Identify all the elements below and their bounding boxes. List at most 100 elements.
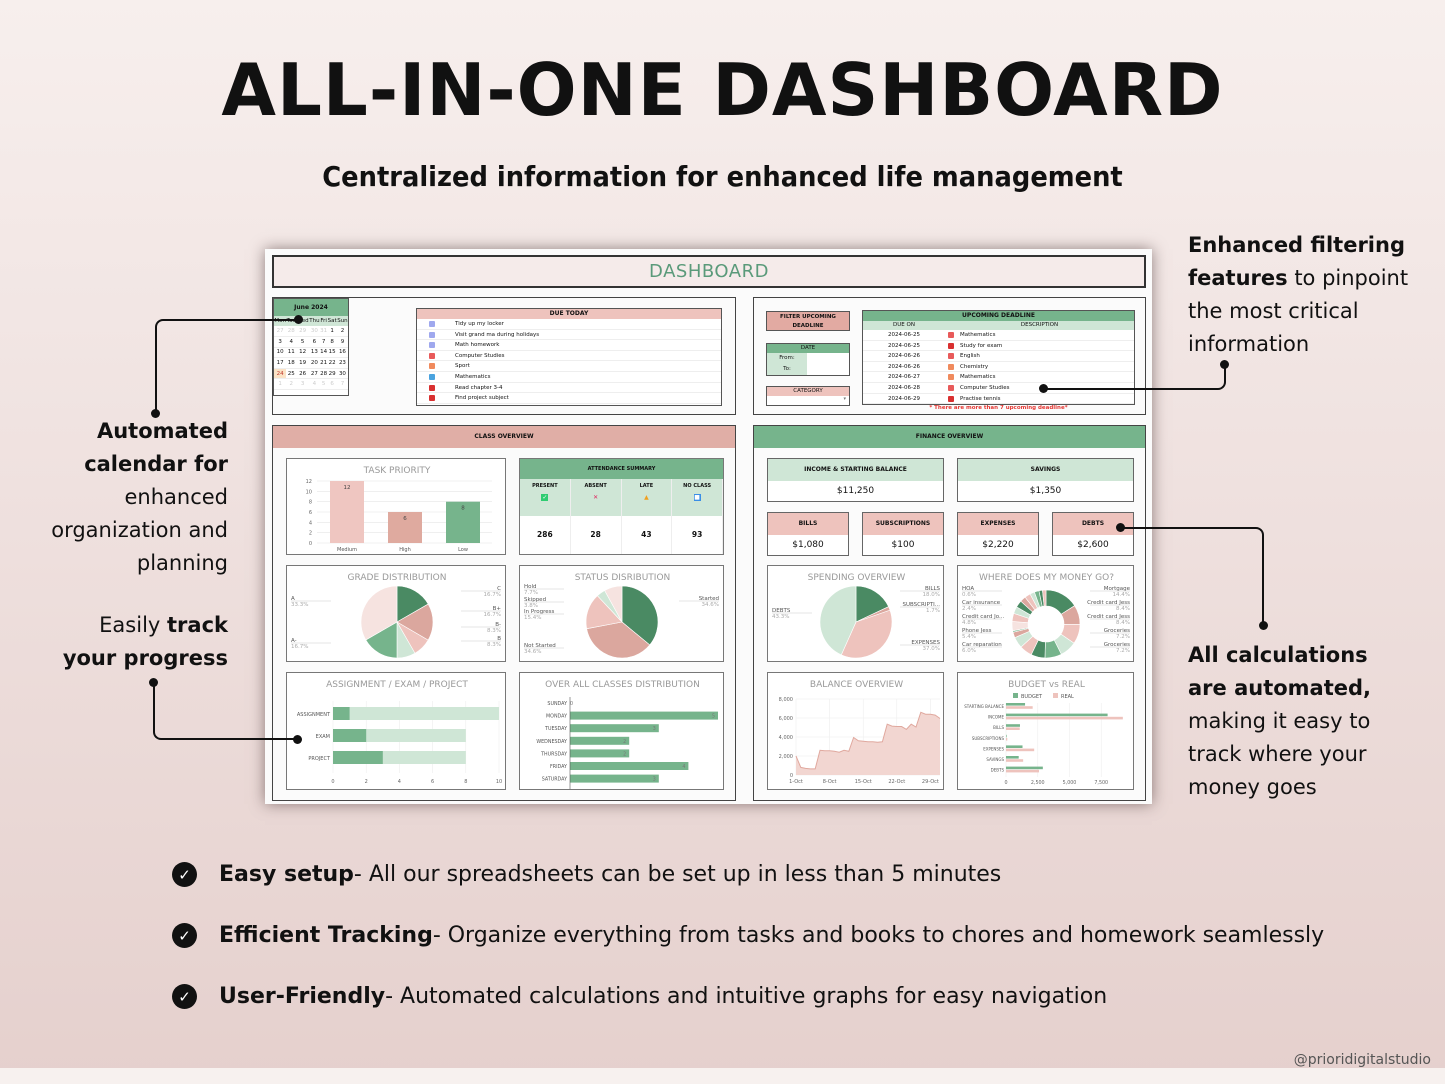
attendance-header: PRESENT ✓ (520, 479, 570, 516)
bottom-strip (0, 1068, 1445, 1084)
x-tick: Medium (337, 547, 357, 553)
exam-icon (417, 393, 447, 403)
calendar-day[interactable]: 21 (319, 357, 328, 369)
calendar-day[interactable]: 16 (336, 347, 348, 359)
attendance-value: 286 (537, 530, 553, 539)
income-label: INCOME & STARTING BALANCE (768, 459, 943, 481)
calendar-day[interactable]: 22 (327, 357, 337, 369)
legend-value: 16.7% (484, 612, 501, 618)
x-tick: 10 (496, 779, 502, 785)
calendar-day[interactable]: 19 (296, 357, 309, 369)
attendance-header: ABSENT ✕ (570, 479, 621, 516)
bills-value: $1,080 (792, 540, 824, 550)
calendar-day[interactable]: 3 (296, 378, 309, 391)
calendar-day[interactable]: 5 (319, 378, 328, 391)
calendar-day[interactable]: 6 (327, 378, 337, 391)
calendar-day[interactable]: 1 (327, 326, 337, 338)
y-tick: 6,000 (779, 716, 793, 722)
exam-icon (945, 394, 957, 404)
attendance-column: PRESENT ✓ 286 (520, 479, 571, 554)
due-date: 2024-06-29 (888, 395, 920, 402)
chart-title: TASK PRIORITY (363, 466, 431, 476)
chart-title: WHERE DOES MY MONEY GO? (979, 573, 1114, 583)
callout-progress: Easily track your progress (40, 609, 228, 675)
calendar-day[interactable]: 4 (308, 378, 320, 391)
calendar-day[interactable]: 13 (308, 347, 320, 359)
expenses-card: EXPENSES $2,220 (957, 512, 1039, 556)
pencil-icon (945, 362, 957, 372)
chart-title: GRADE DISTRIBUTION (348, 573, 447, 583)
y-tick: SUNDAY (547, 701, 567, 707)
calendar-day[interactable]: 23 (336, 357, 348, 369)
budget-vs-real-chart: BUDGET vs REAL BUDGET REAL 0 2,500 5,000 7,500… (957, 672, 1134, 790)
upcoming-warning: * There are more than 7 upcoming deadlin… (929, 405, 1068, 411)
calendar-day[interactable]: 20 (308, 357, 320, 369)
deadline-description: Study for exam (960, 342, 1003, 349)
calendar-day[interactable]: 30 (336, 368, 348, 380)
calendar-day[interactable]: 26 (296, 368, 309, 380)
pie-icon (945, 383, 957, 393)
bar-budget (1006, 766, 1043, 770)
pie-icon (945, 351, 957, 361)
calendar-day[interactable]: 27 (308, 368, 320, 380)
calendar-day[interactable]: 2 (336, 326, 348, 338)
due-today-row: Mathematics (417, 372, 721, 383)
x-tick: 1-Oct (789, 779, 803, 785)
to-label: To: (767, 364, 807, 375)
to-input[interactable] (807, 364, 849, 375)
credit: @prioridigitalstudio (1293, 1052, 1431, 1068)
calendar-day[interactable]: 9 (336, 336, 348, 348)
y-tick: 2 (309, 531, 312, 537)
filter-title: FILTER UPCOMING DEADLINE (766, 311, 850, 331)
date-filter: DATE From: To: (766, 343, 850, 376)
legend-swatch (1013, 693, 1018, 698)
calendar-day[interactable]: 29 (296, 326, 309, 338)
y-tick: SATURDAY (542, 777, 567, 783)
classes-distribution-chart: OVER ALL CLASSES DISTRIBUTION SUNDAY 0 MOND… (519, 672, 724, 790)
date-label: DATE (767, 344, 849, 353)
callout-calculations: All calculations are automated, making i… (1188, 639, 1413, 804)
bar-real (1006, 759, 1024, 762)
check-box-icon: ✓ (541, 494, 549, 501)
attendance-column: LATE ▲ 43 (621, 479, 673, 554)
feature-item: ✓ User-Friendly - Automated calculations … (172, 984, 1107, 1009)
y-tick: DEBTS (991, 768, 1005, 773)
bar-budget (1006, 703, 1026, 706)
calendar-day[interactable]: 8 (327, 336, 337, 348)
calendar-day[interactable]: 15 (327, 347, 337, 359)
calendar-day[interactable]: 31 (319, 326, 328, 338)
calendar-day[interactable]: 6 (308, 336, 320, 348)
blue-square-icon: ■ (693, 494, 701, 501)
pie-icon (429, 352, 435, 359)
pie-icon (945, 330, 957, 340)
y-tick: WEDNESDAY (536, 739, 567, 745)
from-input[interactable] (807, 353, 849, 364)
x-tick: 22-Oct (888, 779, 905, 785)
legend-value: 16.7% (484, 592, 501, 598)
data-label: 8 (461, 506, 465, 512)
chart-icon (429, 321, 435, 327)
pie-icon (948, 384, 954, 391)
bar-total (333, 707, 499, 720)
task-label: Visit grand ma during holidays (455, 331, 540, 338)
x-tick: 5,000 (1063, 780, 1077, 786)
category-filter: CATEGORY ▾ (766, 386, 850, 406)
bar-real (1006, 738, 1008, 741)
chart-title: BUDGET vs REAL (1008, 680, 1085, 690)
calendar-day[interactable]: 7 (336, 378, 348, 391)
calendar-day[interactable]: 12 (296, 347, 309, 359)
feature-text: - Organize everything from tasks and boo… (432, 923, 1325, 948)
bar-budget (1006, 745, 1023, 748)
category-select[interactable]: ▾ (767, 396, 849, 405)
calendar-day[interactable]: 5 (296, 336, 309, 348)
calendar-day[interactable]: 29 (327, 368, 337, 380)
y-tick: 8 (309, 500, 312, 506)
legend-value: 33.3% (291, 602, 308, 608)
calendar-day[interactable]: 14 (319, 347, 328, 359)
calendar-day[interactable]: 30 (308, 326, 320, 338)
due-today-row: Computer Studies (417, 351, 721, 362)
calendar-day[interactable]: 7 (319, 336, 328, 348)
x-tick: 29-Oct (922, 779, 939, 785)
calendar-day[interactable]: 28 (319, 368, 328, 380)
pie-icon (417, 351, 447, 361)
